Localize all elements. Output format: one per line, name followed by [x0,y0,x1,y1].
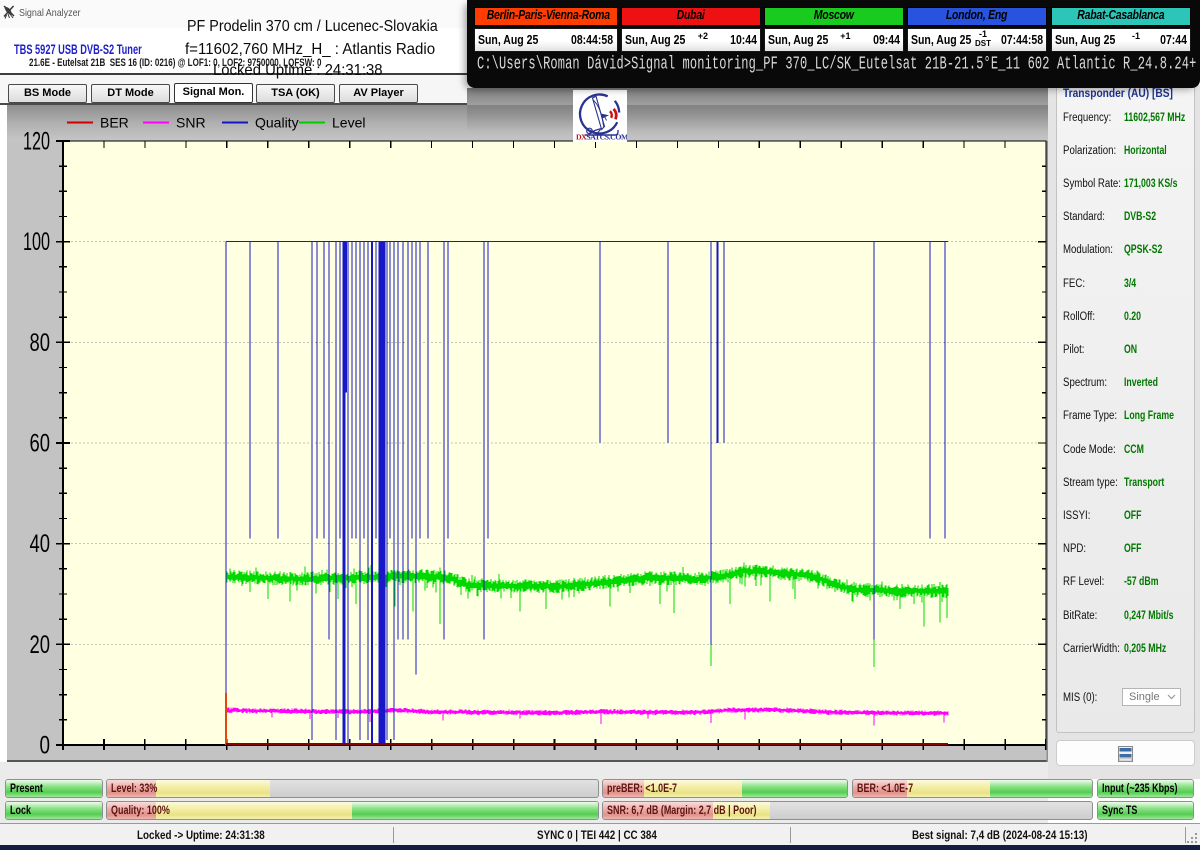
svg-text:20: 20 [30,631,51,659]
svg-text:100: 100 [23,228,50,256]
svg-text:DXSATCS.COM: DXSATCS.COM [576,133,627,142]
svg-text:0: 0 [40,732,51,760]
svg-text:40: 40 [30,530,51,558]
svg-text:60: 60 [30,430,51,458]
svg-text:120: 120 [23,128,50,156]
svg-text:BER: BER [100,115,129,131]
svg-text:Level: Level [332,115,365,131]
svg-text:80: 80 [30,329,51,357]
svg-text:Quality: Quality [255,115,299,131]
svg-text:SNR: SNR [176,115,206,131]
